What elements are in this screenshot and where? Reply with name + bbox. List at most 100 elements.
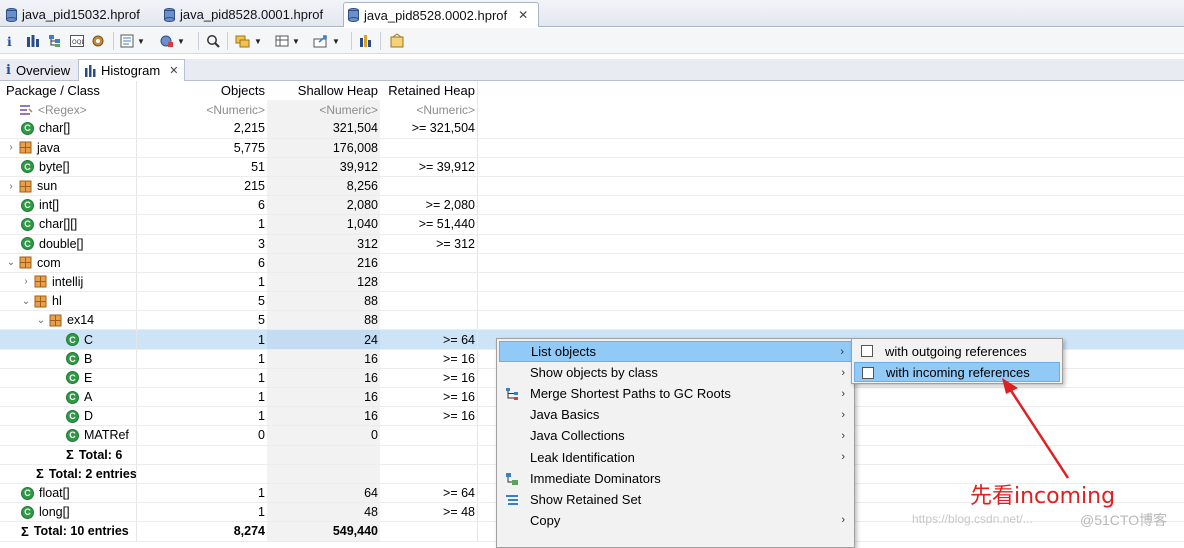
cell-objects xyxy=(136,445,267,464)
tab-overview[interactable]: i Overview xyxy=(0,59,76,81)
cell-shallow-heap: 39,912 xyxy=(267,157,380,176)
cell-shallow-heap: 16 xyxy=(267,368,380,387)
package-icon xyxy=(19,141,32,154)
package-icon xyxy=(19,180,32,193)
regex-filter-input[interactable]: <Regex> xyxy=(38,103,87,117)
chevron-down-icon[interactable]: ▼ xyxy=(137,37,145,46)
column-header-class[interactable]: Package / Class xyxy=(0,81,136,100)
cell-class-name: › java xyxy=(0,139,136,157)
cell-retained-heap: >= 16 xyxy=(380,368,478,387)
chevron-right-icon: › xyxy=(841,366,845,379)
close-icon[interactable]: ✕ xyxy=(169,64,178,77)
class-icon: C xyxy=(66,428,79,442)
menu-item-immediate-dominators[interactable]: Immediate Dominators xyxy=(499,468,853,489)
table-row[interactable]: Cdouble[] 3 312 >= 312 xyxy=(0,234,1184,254)
cell-retained-heap xyxy=(380,311,478,330)
tree-expander-icon[interactable]: ⌄ xyxy=(6,257,16,268)
editor-tab-pid15032[interactable]: java_pid15032.hprof xyxy=(2,2,150,27)
close-icon[interactable]: ✕ xyxy=(518,8,528,22)
annotation-text: 先看incoming xyxy=(970,484,1116,509)
dominators-icon xyxy=(506,472,518,485)
tab-label: Overview xyxy=(15,62,71,78)
submenu-item-label: with outgoing references xyxy=(885,343,1027,359)
tab-histogram[interactable]: Histogram ✕ xyxy=(78,59,186,81)
search-icon[interactable] xyxy=(206,32,220,50)
class-icon: C xyxy=(21,121,34,135)
export-icon[interactable]: ▼ xyxy=(313,32,340,50)
submenu-item-with-outgoing-references[interactable]: with outgoing references xyxy=(854,341,1060,361)
cell-objects: 6 xyxy=(136,253,267,272)
histogram-icon[interactable] xyxy=(26,32,40,50)
chevron-right-icon: › xyxy=(840,345,844,358)
table-row[interactable]: Cint[] 6 2,080 >= 2,080 xyxy=(0,196,1184,216)
tree-expander-icon[interactable]: ⌄ xyxy=(36,315,46,326)
heap-dump-icon xyxy=(348,8,359,22)
class-name: MATRef xyxy=(84,428,129,443)
group-by-icon[interactable]: ▼ xyxy=(235,32,262,50)
column-header-retained-heap[interactable]: Retained Heap xyxy=(380,81,478,101)
menu-item-label: Java Collections xyxy=(530,428,625,444)
cell-class-name: ⌄ ex14 xyxy=(0,311,136,329)
cell-retained-heap xyxy=(380,292,478,311)
menu-item-merge-shortest-paths-to-gc-roots[interactable]: Merge Shortest Paths to GC Roots › xyxy=(499,383,853,404)
tree-expander-icon[interactable]: › xyxy=(21,276,31,287)
cell-class-name: Cfloat[] xyxy=(0,484,136,502)
compare-icon[interactable] xyxy=(359,32,373,50)
table-row[interactable]: Cchar[][] 1 1,040 >= 51,440 xyxy=(0,215,1184,235)
menu-item-show-retained-set[interactable]: Show Retained Set xyxy=(499,489,853,510)
gear-icon[interactable] xyxy=(91,32,105,50)
menu-item-java-collections[interactable]: Java Collections › xyxy=(499,425,853,446)
cell-class-name: Cbyte[] xyxy=(0,158,136,176)
objects-filter-input[interactable]: <Numeric> xyxy=(136,100,267,120)
menu-item-list-objects[interactable]: List objects › xyxy=(499,341,853,362)
menu-item-label: Leak Identification xyxy=(530,449,635,465)
table-row[interactable]: Cbyte[] 51 39,912 >= 39,912 xyxy=(0,157,1184,177)
table-row[interactable]: › sun 215 8,256 xyxy=(0,176,1184,197)
cell-shallow-heap: 549,440 xyxy=(267,522,380,541)
table-row[interactable]: › java 5,775 176,008 xyxy=(0,138,1184,158)
chevron-right-icon: › xyxy=(841,387,845,400)
chevron-down-icon[interactable]: ▼ xyxy=(292,37,300,46)
retained-filter-input[interactable]: <Numeric> xyxy=(380,100,478,120)
menu-item-label: Immediate Dominators xyxy=(530,470,661,486)
editor-tab-pid8528-0002[interactable]: java_pid8528.0002.hprof ✕ xyxy=(343,2,540,27)
menu-item-label: List objects xyxy=(531,344,597,359)
class-icon: C xyxy=(66,371,79,385)
tree-expander-icon[interactable]: › xyxy=(6,142,16,153)
cell-class-name: Σ Total: 2 entries xyxy=(0,465,136,483)
chevron-down-icon[interactable]: ▼ xyxy=(177,37,185,46)
column-header-shallow-heap[interactable]: Shallow Heap xyxy=(267,81,380,100)
class-name: Total: 6 xyxy=(78,447,123,462)
package-icon xyxy=(49,314,62,327)
chevron-down-icon[interactable]: ▼ xyxy=(332,37,340,46)
cell-objects: 215 xyxy=(136,176,267,196)
oql-icon[interactable]: OQL xyxy=(70,32,84,50)
cell-retained-heap: >= 51,440 xyxy=(380,215,478,234)
table-row[interactable]: ⌄ com 6 216 xyxy=(0,253,1184,273)
run-report-icon[interactable]: ▼ xyxy=(120,32,145,50)
calculate-retained-icon[interactable]: ▼ xyxy=(275,32,300,50)
dominator-tree-icon[interactable] xyxy=(48,32,62,50)
tree-expander-icon[interactable]: ⌄ xyxy=(21,296,31,307)
table-row[interactable]: ⌄ hl 5 88 xyxy=(0,292,1184,312)
table-row[interactable]: › intellij 1 128 xyxy=(0,272,1184,293)
menu-item-leak-identification[interactable]: Leak Identification › xyxy=(499,447,853,468)
cell-shallow-heap: 16 xyxy=(267,349,380,368)
shallow-filter-input[interactable]: <Numeric> xyxy=(267,100,380,120)
editor-tab-pid8528-0001[interactable]: java_pid8528.0001.hprof xyxy=(160,2,333,27)
menu-item-label: Copy xyxy=(530,512,561,528)
tree-expander-icon[interactable]: › xyxy=(6,181,16,192)
cell-objects: 6 xyxy=(136,196,267,215)
menu-item-show-objects-by-class[interactable]: Show objects by class › xyxy=(499,362,853,383)
info-icon[interactable]: i xyxy=(7,32,12,50)
heap-dump-overview-icon[interactable] xyxy=(389,32,405,50)
cell-retained-heap xyxy=(380,426,478,445)
query-browser-icon[interactable]: ▼ xyxy=(160,32,185,50)
menu-item-copy[interactable]: Copy › xyxy=(499,510,853,531)
menu-item-java-basics[interactable]: Java Basics › xyxy=(499,404,853,425)
table-row[interactable]: ⌄ ex14 5 88 xyxy=(0,311,1184,331)
chevron-down-icon[interactable]: ▼ xyxy=(254,37,262,46)
table-row[interactable]: Cchar[] 2,215 321,504 >= 321,504 xyxy=(0,119,1184,139)
package-icon xyxy=(34,275,47,288)
column-header-objects[interactable]: Objects xyxy=(136,81,267,101)
